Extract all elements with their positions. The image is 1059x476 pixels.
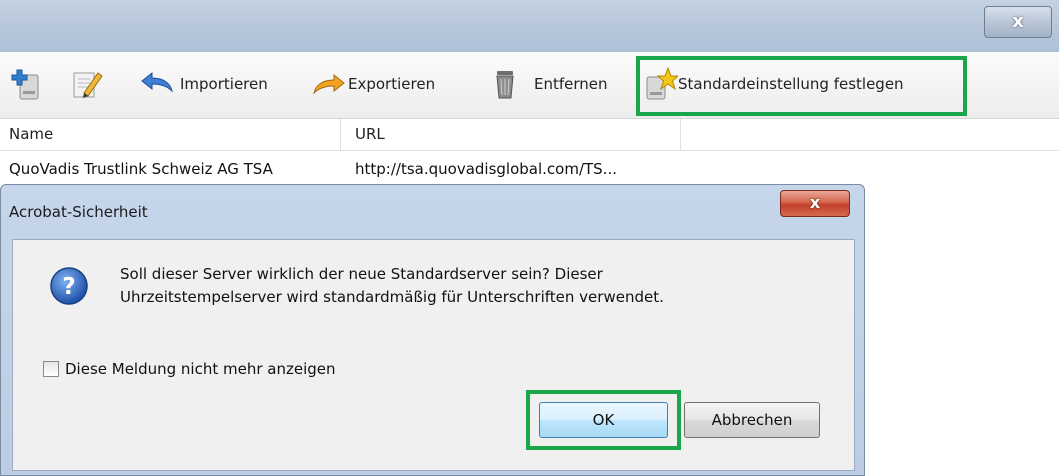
cancel-button[interactable]: Abbrechen bbox=[684, 402, 820, 438]
remove-label: Entfernen bbox=[534, 75, 608, 93]
column-divider[interactable] bbox=[340, 119, 341, 151]
column-header-name[interactable]: Name bbox=[9, 125, 53, 143]
dont-show-again-label[interactable]: Diese Meldung nicht mehr anzeigen bbox=[65, 360, 336, 378]
dont-show-again-checkbox[interactable] bbox=[43, 361, 59, 377]
import-label: Importieren bbox=[180, 75, 268, 93]
add-server-icon bbox=[10, 67, 44, 101]
window-titlebar: x bbox=[0, 0, 1059, 52]
import-button[interactable]: Importieren bbox=[140, 64, 268, 104]
export-label: Exportieren bbox=[348, 75, 436, 93]
message-line-1: Soll dieser Server wirklich der neue Sta… bbox=[120, 265, 603, 283]
message-line-2: Uhrzeitstempelserver wird standardmäßig … bbox=[120, 288, 664, 306]
table-row[interactable]: QuoVadis Trustlink Schweiz AG TSA http:/… bbox=[0, 152, 1059, 184]
set-default-label: Standardeinstellung festlegen bbox=[678, 75, 904, 93]
dialog-title: Acrobat-Sicherheit bbox=[9, 203, 148, 221]
add-server-button[interactable] bbox=[10, 64, 44, 104]
column-divider[interactable] bbox=[680, 119, 681, 151]
set-default-star-icon bbox=[644, 66, 680, 101]
dialog-close-button[interactable]: x bbox=[780, 190, 850, 217]
column-header-url[interactable]: URL bbox=[355, 125, 385, 143]
row-name-cell: QuoVadis Trustlink Schweiz AG TSA bbox=[9, 160, 273, 178]
row-url-cell: http://tsa.quovadisglobal.com/TS... bbox=[355, 160, 617, 178]
dialog-body: ? Soll dieser Server wirklich der neue S… bbox=[12, 239, 855, 471]
export-arrow-icon bbox=[312, 67, 346, 101]
set-default-button[interactable]: Standardeinstellung festlegen bbox=[644, 64, 904, 104]
trash-icon bbox=[488, 67, 522, 101]
edit-button[interactable] bbox=[70, 64, 104, 104]
toolbar: Importieren Exportieren Entfernen Standa… bbox=[0, 52, 1059, 119]
question-icon: ? bbox=[49, 266, 89, 306]
acrobat-security-dialog: Acrobat-Sicherheit x ? Soll dieser Serve… bbox=[0, 184, 865, 476]
dialog-message: Soll dieser Server wirklich der neue Sta… bbox=[120, 263, 664, 309]
remove-button[interactable]: Entfernen bbox=[488, 64, 608, 104]
import-arrow-icon bbox=[140, 67, 174, 101]
ok-button[interactable]: OK bbox=[539, 402, 668, 438]
svg-text:?: ? bbox=[62, 274, 75, 300]
window-close-button[interactable]: x bbox=[984, 6, 1052, 38]
dont-show-again-option[interactable]: Diese Meldung nicht mehr anzeigen bbox=[43, 360, 336, 378]
list-header: Name URL bbox=[0, 119, 1059, 151]
edit-icon bbox=[70, 67, 104, 101]
export-button[interactable]: Exportieren bbox=[312, 64, 435, 104]
